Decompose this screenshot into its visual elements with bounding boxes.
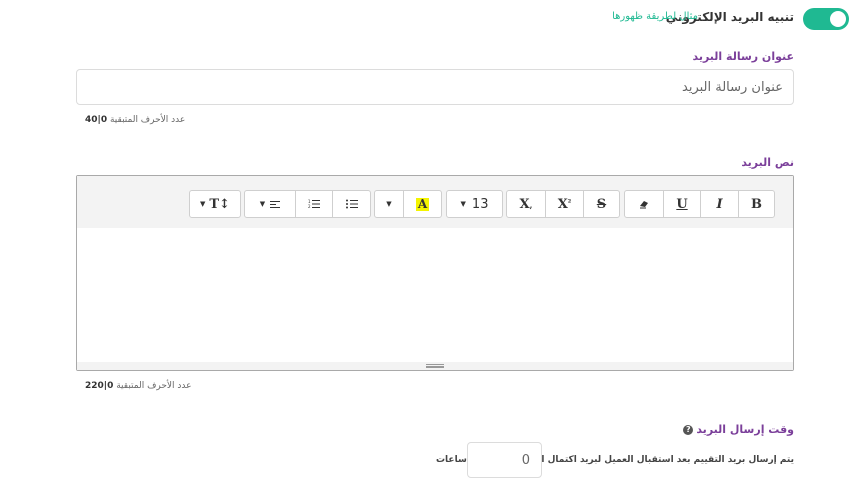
subject-input[interactable]: عنوان رسالة البريد [76,69,794,105]
chevron-down-icon: ▼ [460,200,466,208]
body-counter-label: عدد الأحرف المتبقية [116,381,192,391]
send-time-value: 0 [521,453,530,468]
editor-resize-handle[interactable] [77,362,793,370]
bold-icon: B [751,196,762,212]
subscript-icon: X, [519,196,533,212]
align-icon [270,200,281,208]
bold-button[interactable]: B [738,191,774,217]
subscript-button[interactable]: X, [507,191,545,217]
font-size-value: 13 [471,196,489,212]
send-time-unit: ساعات [436,455,467,465]
font-size-dropdown[interactable]: ▼ 13 [447,191,502,217]
highlight-color-button[interactable]: A [403,191,441,217]
email-body-editor: ▼ T↕ ▼ 1 2 ▼ A ▼ 13 X, X² S U I B [76,175,794,371]
email-notification-toggle[interactable] [803,8,849,30]
chevron-down-icon: ▼ [200,200,206,208]
editor-content-area[interactable] [77,228,793,362]
italic-icon: I [716,196,723,212]
eraser-icon [640,201,648,209]
toolbar-group-script: X, X² S [506,190,620,218]
clear-format-button[interactable] [625,191,663,217]
body-counter-max: 220 [85,381,104,391]
body-counter-used: 0 [107,381,114,391]
superscript-button[interactable]: X² [545,191,583,217]
subject-placeholder: عنوان رسالة البريد [682,80,783,95]
paragraph-style-button[interactable]: ▼ T↕ [190,191,240,217]
editor-toolbar: ▼ T↕ ▼ 1 2 ▼ A ▼ 13 X, X² S U I B [77,176,793,228]
text-height-icon: T↕ [209,196,230,212]
svg-text:2: 2 [308,204,311,209]
toolbar-group-color: ▼ A [374,190,442,218]
chevron-down-icon: ▼ [259,200,266,208]
underline-button[interactable]: U [663,191,700,217]
subject-counter-label: عدد الأحرف المتبقية [109,115,186,125]
chevron-down-icon: ▼ [386,200,392,208]
highlight-icon: A [415,196,430,211]
strikethrough-button[interactable]: S [583,191,619,217]
example-preview-link[interactable]: مثال لطريقة ظهورها [612,11,698,22]
subject-label: عنوان رسالة البريد [692,50,794,63]
subject-counter: عدد الأحرف المتبقية 0|40 [85,115,185,125]
unordered-list-button[interactable] [332,191,370,217]
subject-counter-used: 0 [100,115,108,125]
superscript-icon: X² [557,196,572,212]
toolbar-group-format: U I B [624,190,775,218]
body-counter: عدد الأحرف المتبقية 0|220 [85,381,192,391]
ordered-list-button[interactable]: 1 2 [295,191,332,217]
body-label: نص البريد [741,156,794,169]
send-time-hours-input[interactable]: 0 [467,442,542,478]
help-icon[interactable]: ? [683,424,694,435]
align-dropdown-button[interactable]: ▼ [245,191,295,217]
resize-grip-icon [426,364,444,368]
send-time-description: يتم إرسال بريد التقييم بعد استقبال العمي… [506,455,794,465]
send-time-label: وقت إرسال البريد [696,423,794,436]
toolbar-group-style: ▼ T↕ [189,190,241,218]
ordered-list-icon: 1 2 [308,199,320,209]
toolbar-group-fontsize: ▼ 13 [446,190,503,218]
strikethrough-icon: S [596,196,607,212]
toolbar-group-paragraph: ▼ 1 2 [244,190,371,218]
underline-icon: U [676,196,688,212]
send-time-header: وقت إرسال البريد ? [683,423,794,436]
toggle-knob [830,11,846,27]
unordered-list-icon [345,199,358,209]
subject-counter-max: 40 [85,115,98,125]
italic-button[interactable]: I [700,191,738,217]
color-dropdown-button[interactable]: ▼ [375,191,403,217]
